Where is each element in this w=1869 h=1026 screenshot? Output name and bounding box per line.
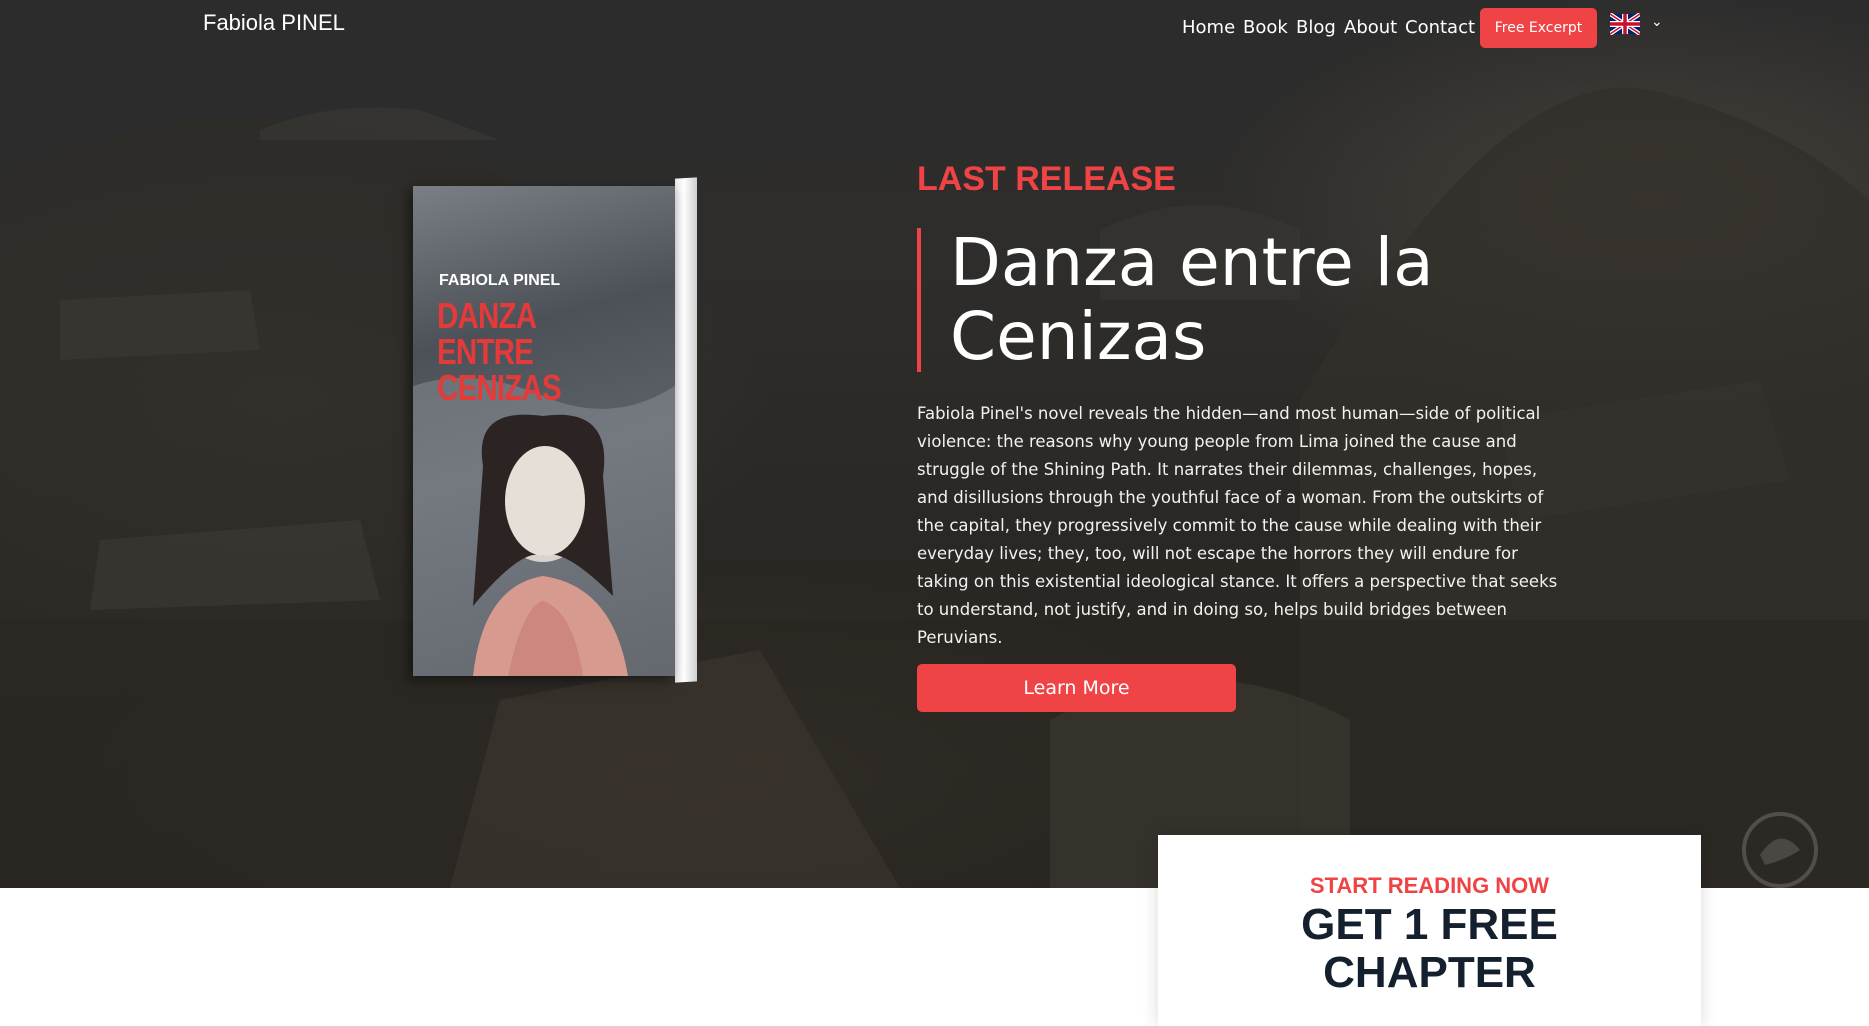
last-release-label: LAST RELEASE <box>917 160 1176 198</box>
start-reading-label: START READING NOW <box>1309 873 1550 898</box>
free-chapter-line-1: GET 1 FREE <box>1301 900 1558 949</box>
watermark-logo-icon <box>1742 812 1818 888</box>
chevron-down-icon[interactable]: ⌄ <box>1651 14 1663 30</box>
headline-line-1: Danza entre la <box>950 224 1434 301</box>
book-title: DANZA ENTRE CENIZAS <box>437 295 562 408</box>
free-chapter-card: START READING NOW GET 1 FREE CHAPTER <box>1158 835 1701 1026</box>
headline-line-2: Cenizas <box>950 298 1207 375</box>
free-chapter-line-2: CHAPTER <box>1323 948 1536 997</box>
nav-contact[interactable]: Contact <box>1405 17 1475 38</box>
nav-blog[interactable]: Blog <box>1296 17 1336 38</box>
hero-section: Fabiola PINEL Home Book Blog About Conta… <box>0 0 1869 888</box>
book-front: FABIOLA PINEL DANZA ENTRE CENIZAS <box>413 186 675 676</box>
brand-logo[interactable]: Fabiola PINEL <box>203 10 345 36</box>
book-headline: Danza entre la Cenizas <box>950 226 1470 374</box>
book-cover-image: FABIOLA PINEL DANZA ENTRE CENIZAS <box>413 177 713 683</box>
free-excerpt-button[interactable]: Free Excerpt <box>1480 8 1597 48</box>
nav-book[interactable]: Book <box>1243 17 1288 38</box>
book-pages <box>675 177 697 683</box>
headline-accent-bar <box>917 228 921 372</box>
nav-home[interactable]: Home <box>1182 17 1235 38</box>
book-description: Fabiola Pinel's novel reveals the hidden… <box>917 404 1558 647</box>
nav-about[interactable]: About <box>1344 17 1397 38</box>
learn-more-button[interactable]: Learn More <box>917 664 1236 712</box>
uk-flag-icon[interactable] <box>1610 13 1640 35</box>
free-chapter-title: GET 1 FREE CHAPTER <box>1158 901 1701 997</box>
book-author: FABIOLA PINEL <box>439 272 561 289</box>
